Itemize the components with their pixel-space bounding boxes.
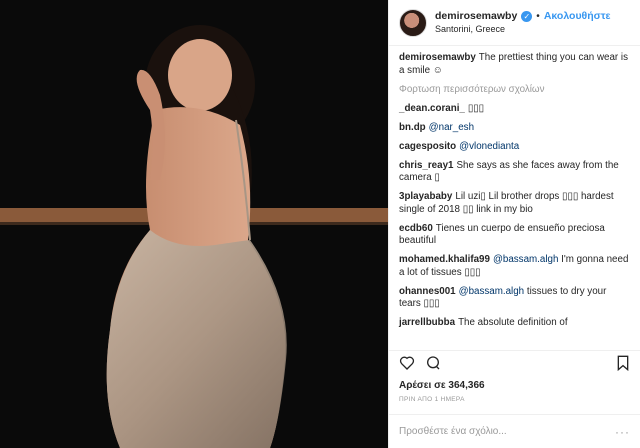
comment-item: mohamed.khalifa99 @bassam.algh I'm gonna …	[399, 254, 630, 279]
comment-username[interactable]: _dean.corani_	[399, 103, 465, 114]
comment-item: jarrellbubba The absolute definition of	[399, 317, 630, 330]
comment-username[interactable]: cagesposito	[399, 141, 456, 152]
avatar[interactable]	[399, 8, 427, 37]
comment-mention[interactable]: @vlonedianta	[459, 141, 519, 152]
add-comment-input[interactable]	[399, 426, 615, 437]
comment-item: chris_reay1 She says as she faces away fr…	[399, 160, 630, 185]
bookmark-icon[interactable]	[616, 355, 630, 374]
header-separator: •	[536, 10, 540, 22]
comment-mention[interactable]: @bassam.algh	[493, 254, 559, 265]
comment-mention[interactable]: @nar_esh	[429, 122, 474, 133]
comment-username[interactable]: mohamed.khalifa99	[399, 254, 490, 265]
instagram-post: demirosemawby ✓ • Ακολουθήστε Santorini,…	[0, 0, 640, 448]
add-comment-bar: ···	[389, 414, 640, 448]
post-timestamp: ΠΡΙΝ ΑΠΟ 1 ΗΜΕΡΑ	[399, 396, 465, 403]
comment-item: ecdb60 Tienes un cuerpo de ensueño precio…	[399, 223, 630, 248]
comment-item: ohannes001 @bassam.algh tissues to dry yo…	[399, 286, 630, 311]
comment-item: cagesposito @vlonedianta	[399, 141, 630, 154]
comment-mention[interactable]: @bassam.algh	[459, 286, 525, 297]
post-photo[interactable]	[0, 0, 388, 448]
more-options-icon[interactable]: ···	[615, 425, 630, 439]
post-image	[0, 0, 388, 448]
comment-username[interactable]: ohannes001	[399, 286, 456, 297]
verified-icon: ✓	[521, 10, 533, 22]
header-line: demirosemawby ✓ • Ακολουθήστε	[435, 10, 611, 23]
comment-icon[interactable]	[425, 355, 441, 374]
comment-username[interactable]: ecdb60	[399, 223, 433, 234]
like-count[interactable]: Αρέσει σε 364,366	[389, 378, 640, 394]
comment-container: _dean.corani_ ▯▯▯ bn.dp @nar_esh cagesposit…	[399, 103, 630, 330]
post-header: demirosemawby ✓ • Ακολουθήστε Santorini,…	[389, 0, 640, 46]
follow-button[interactable]: Ακολουθήστε	[544, 10, 611, 23]
comment-item: bn.dp @nar_esh	[399, 122, 630, 135]
heart-icon[interactable]	[399, 355, 415, 374]
caption-username[interactable]: demirosemawby	[399, 52, 476, 63]
post-sidebar: demirosemawby ✓ • Ακολουθήστε Santorini,…	[388, 0, 640, 448]
comment-item: 3playababy Lil uzi▯ Lil brother drops ▯▯▯…	[399, 191, 630, 216]
comment-username[interactable]: chris_reay1	[399, 160, 453, 171]
action-bar	[389, 350, 640, 378]
comment-username[interactable]: bn.dp	[399, 122, 426, 133]
comments-list[interactable]: demirosemawby The prettiest thing you can…	[389, 46, 640, 350]
caption: demirosemawby The prettiest thing you can…	[399, 52, 630, 77]
header-info: demirosemawby ✓ • Ακολουθήστε Santorini,…	[435, 10, 611, 36]
comment-item: _dean.corani_ ▯▯▯	[399, 103, 630, 116]
header-username[interactable]: demirosemawby	[435, 10, 517, 23]
comment-username[interactable]: jarrellbubba	[399, 317, 455, 328]
comment-text: ▯▯▯	[467, 102, 485, 114]
load-more-comments-button[interactable]: Φορτωση περισσότερων σχολίων	[399, 84, 630, 95]
location-link[interactable]: Santorini, Greece	[435, 23, 611, 36]
comment-text: The absolute definition of	[458, 317, 568, 328]
comment-username[interactable]: 3playababy	[399, 191, 452, 202]
